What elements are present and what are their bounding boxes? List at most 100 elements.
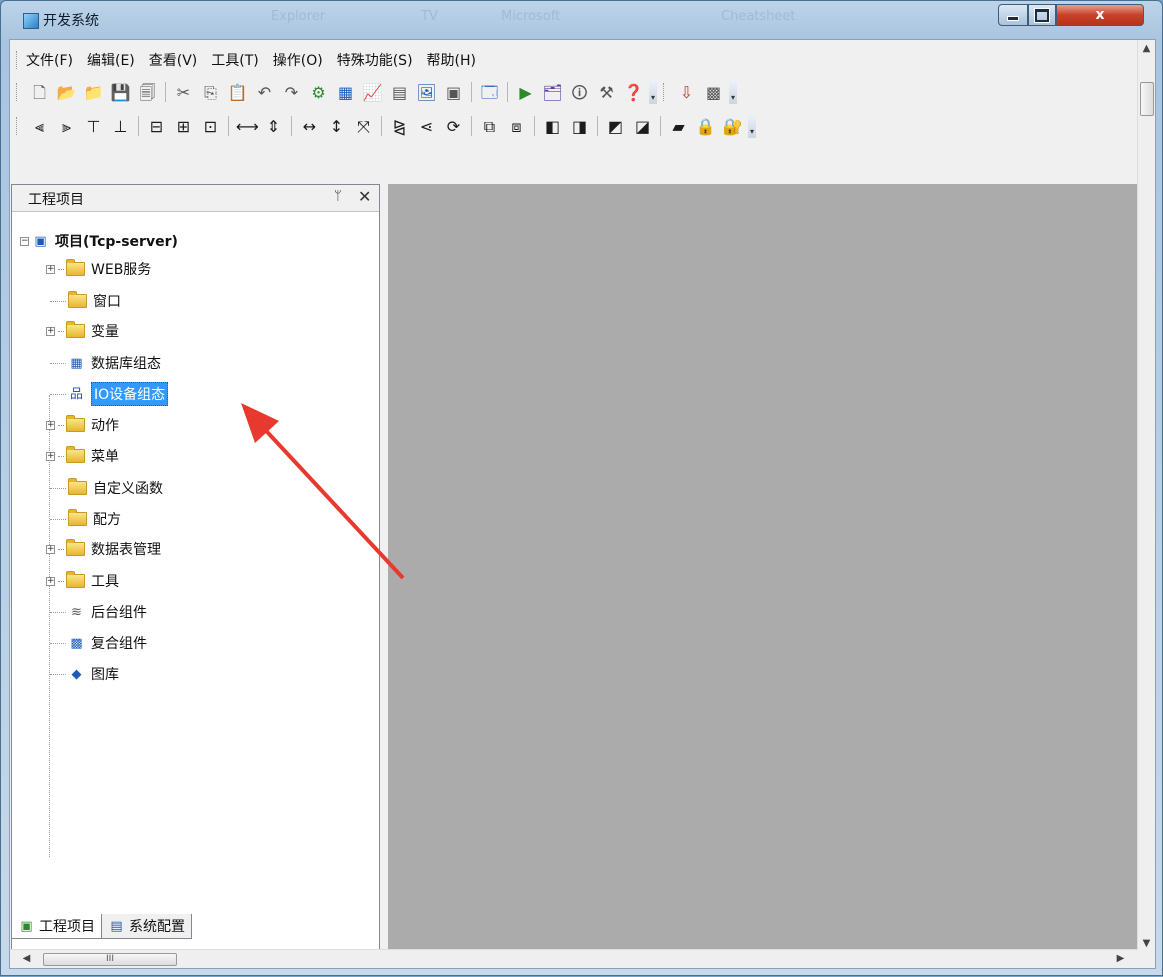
collapse-icon[interactable]: − — [20, 236, 29, 246]
cut-icon[interactable]: ✂ — [173, 82, 194, 103]
close-icon[interactable]: ✕ — [358, 187, 371, 206]
lock-icon[interactable]: 🔒 — [695, 116, 716, 137]
menu-edit[interactable]: 编辑(E) — [87, 50, 135, 70]
center-vertical-icon[interactable]: ⊞ — [173, 116, 194, 137]
tree-item-database[interactable]: ▦ 数据库组态 — [50, 349, 161, 377]
scroll-right-icon[interactable]: ▶ — [1112, 950, 1129, 968]
size-grip[interactable] — [1138, 950, 1155, 968]
toolbar-grip[interactable] — [16, 83, 20, 101]
paste-icon[interactable]: 📋 — [227, 82, 248, 103]
maximize-button[interactable] — [1028, 4, 1056, 26]
tree-item-custom-functions[interactable]: 自定义函数 — [50, 474, 163, 502]
expand-icon[interactable]: + — [46, 264, 55, 274]
tree-item-tools[interactable]: + 工具 — [46, 567, 119, 595]
tree-item-io-device[interactable]: 品 IO设备组态 — [50, 380, 169, 408]
tree-root[interactable]: − ▣ 项目(Tcp-server) — [20, 227, 178, 255]
bring-front-icon[interactable]: ◧ — [542, 116, 563, 137]
config-icon[interactable]: 🗂 — [542, 82, 563, 103]
download-icon[interactable]: ⇩ — [676, 82, 697, 103]
menu-special-functions[interactable]: 特殊功能(S) — [337, 50, 413, 70]
tree-item-variables[interactable]: + 变量 — [46, 317, 119, 345]
horizontal-scrollbar[interactable]: ◀ III ▶ — [10, 949, 1138, 968]
title-bar[interactable]: 开发系统 Explorer TV Microsoft Cheatsheet x — [1, 1, 1162, 39]
menu-operation[interactable]: 操作(O) — [273, 50, 323, 70]
report-icon[interactable]: ▣ — [443, 82, 464, 103]
same-width-icon[interactable]: ↔ — [299, 116, 320, 137]
composite-icon[interactable]: ▩ — [703, 82, 724, 103]
undo-icon[interactable]: ↶ — [254, 82, 275, 103]
trend-icon[interactable]: 📈 — [362, 82, 383, 103]
rotate-icon[interactable]: ⟳ — [443, 116, 464, 137]
component-icon[interactable]: ⚙ — [308, 82, 329, 103]
move-up-icon[interactable]: ◩ — [605, 116, 626, 137]
same-size-icon[interactable]: ⤧ — [353, 116, 374, 137]
expand-icon[interactable]: + — [46, 451, 55, 461]
tree-item-recipe[interactable]: 配方 — [50, 505, 121, 533]
toolbar-grip[interactable] — [16, 117, 20, 135]
tree-item-composite-components[interactable]: ▩ 复合组件 — [50, 629, 147, 657]
secure-icon[interactable]: 🔐 — [722, 116, 743, 137]
center-horizontal-icon[interactable]: ⊟ — [146, 116, 167, 137]
menu-help[interactable]: 帮助(H) — [427, 50, 476, 70]
align-right-icon[interactable]: ⫸ — [56, 116, 77, 137]
pin-icon[interactable]: ᛘ — [334, 189, 342, 204]
tree-item-window[interactable]: 窗口 — [50, 287, 121, 315]
vertical-scrollbar[interactable]: ▲ ▼ — [1137, 40, 1155, 952]
toolbar-overflow-icon[interactable]: ▾ — [748, 114, 756, 138]
tree-item-background-components[interactable]: ≋ 后台组件 — [50, 598, 147, 626]
center-both-icon[interactable]: ⊡ — [200, 116, 221, 137]
expand-icon[interactable]: + — [46, 326, 55, 336]
scroll-left-icon[interactable]: ◀ — [18, 950, 35, 968]
toolbar-overflow-icon[interactable]: ▾ — [649, 80, 657, 104]
workspace-canvas[interactable] — [388, 184, 1138, 952]
layer-icon[interactable]: ▰ — [668, 116, 689, 137]
page-icon[interactable]: 🗔 — [479, 82, 500, 103]
toolbar-grip[interactable] — [663, 83, 667, 101]
scroll-thumb[interactable]: III — [43, 953, 177, 966]
group-icon[interactable]: ⧉ — [479, 116, 500, 137]
tree-item-actions[interactable]: + 动作 — [46, 411, 119, 439]
menu-file[interactable]: 文件(F) — [26, 50, 73, 70]
help-icon[interactable]: ❓ — [623, 82, 644, 103]
align-bottom-icon[interactable]: ⊥ — [110, 116, 131, 137]
window-icon[interactable]: 🖼 — [416, 82, 437, 103]
flip-vertical-icon[interactable]: ⋖ — [416, 116, 437, 137]
scroll-thumb[interactable] — [1140, 82, 1154, 116]
move-down-icon[interactable]: ◪ — [632, 116, 653, 137]
tree-item-data-table[interactable]: + 数据表管理 — [46, 535, 161, 563]
redo-icon[interactable]: ↷ — [281, 82, 302, 103]
expand-icon[interactable]: + — [46, 420, 55, 430]
grid-icon[interactable]: ▦ — [335, 82, 356, 103]
tree-item-gallery[interactable]: ◆ 图库 — [50, 660, 119, 688]
space-horizontal-icon[interactable]: ⟷ — [236, 116, 259, 137]
properties-icon[interactable]: 🛈 — [569, 82, 590, 103]
tab-system-config[interactable]: ▤ 系统配置 — [101, 914, 192, 939]
toolbar-overflow-icon[interactable]: ▾ — [729, 80, 737, 104]
copy-icon[interactable]: ⎘ — [200, 82, 221, 103]
expand-icon[interactable]: + — [46, 576, 55, 586]
scroll-up-icon[interactable]: ▲ — [1138, 40, 1155, 57]
align-left-icon[interactable]: ⫷ — [29, 116, 50, 137]
new-file-icon[interactable]: 🗋 — [29, 82, 50, 103]
send-back-icon[interactable]: ◨ — [569, 116, 590, 137]
tree-item-menu[interactable]: + 菜单 — [46, 442, 119, 470]
table-icon[interactable]: ▤ — [389, 82, 410, 103]
save-icon[interactable]: 💾 — [110, 82, 131, 103]
tab-project[interactable]: ▣ 工程项目 — [11, 914, 102, 939]
minimize-button[interactable] — [998, 4, 1028, 26]
menu-view[interactable]: 查看(V) — [149, 50, 198, 70]
align-top-icon[interactable]: ⊤ — [83, 116, 104, 137]
tree-item-web-service[interactable]: + WEB服务 — [46, 255, 151, 283]
space-vertical-icon[interactable]: ⇕ — [263, 116, 284, 137]
run-icon[interactable]: ▶ — [515, 82, 536, 103]
open-project-icon[interactable]: 📁 — [83, 82, 104, 103]
save-all-icon[interactable]: 🗐 — [137, 82, 158, 103]
expand-icon[interactable]: + — [46, 544, 55, 554]
same-height-icon[interactable]: ↕ — [326, 116, 347, 137]
tools-icon[interactable]: ⚒ — [596, 82, 617, 103]
ungroup-icon[interactable]: ⧈ — [506, 116, 527, 137]
toolbar-grip[interactable] — [16, 51, 20, 69]
open-folder-icon[interactable]: 📂 — [56, 82, 77, 103]
flip-horizontal-icon[interactable]: ⧎ — [389, 116, 410, 137]
close-button[interactable]: x — [1056, 4, 1144, 26]
